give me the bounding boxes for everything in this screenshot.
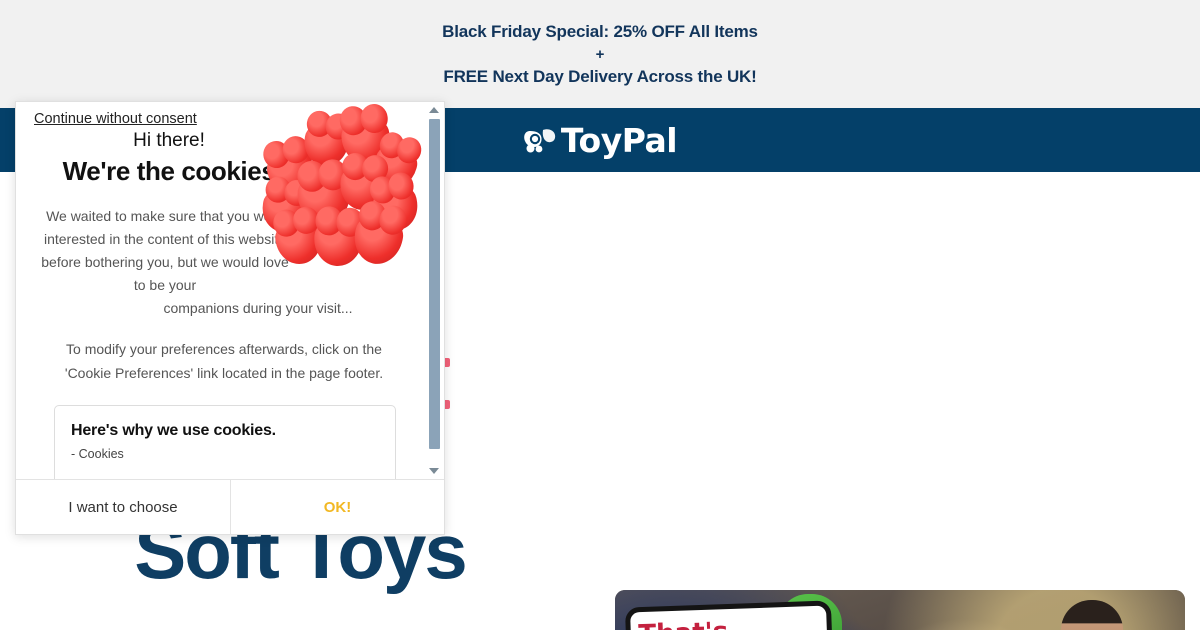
accept-cookies-button[interactable]: OK! xyxy=(231,480,444,534)
scroll-up-arrow-icon[interactable] xyxy=(429,107,439,113)
cookie-purpose-card[interactable]: Here's why we use cookies. - Cookies xyxy=(54,404,396,479)
cookie-modal-actions: I want to choose OK! xyxy=(16,479,444,534)
announcement-bar: Black Friday Special: 25% OFF All Items … xyxy=(0,0,1200,108)
cookie-modal-scrollbar[interactable] xyxy=(426,102,442,479)
scroll-down-arrow-icon[interactable] xyxy=(429,468,439,474)
hero-video-card[interactable]: That's amazing! xyxy=(615,590,1185,630)
continue-without-consent-link[interactable]: Continue without consent xyxy=(34,111,197,127)
scrollbar-thumb[interactable] xyxy=(428,119,440,449)
cookie-body-paragraph-1-tail: companions during your visit... xyxy=(163,300,353,317)
cookie-consent-modal: Continue without consent Hi there! We're… xyxy=(15,101,445,535)
logo-wordmark: ToyPal xyxy=(560,120,678,160)
cookie-modal-content: Continue without consent Hi there! We're… xyxy=(16,102,428,479)
toypal-mascot-icon xyxy=(523,125,557,155)
red-heart-squishy-toys-image xyxy=(258,115,423,276)
announcement-plus: + xyxy=(595,45,605,63)
cookie-body-paragraph-2: To modify your preferences afterwards, c… xyxy=(64,341,384,381)
cookie-modal-scroll-region: Continue without consent Hi there! We're… xyxy=(16,102,444,479)
i-want-to-choose-button[interactable]: I want to choose xyxy=(16,480,231,534)
site-logo[interactable]: ToyPal xyxy=(523,120,678,160)
announcement-line-2: FREE Next Day Delivery Across the UK! xyxy=(443,67,757,87)
announcement-line-1: Black Friday Special: 25% OFF All Items xyxy=(442,22,758,42)
cookie-purpose-subtitle: - Cookies xyxy=(71,446,124,461)
cookie-purpose-title: Here's why we use cookies. xyxy=(71,421,276,439)
